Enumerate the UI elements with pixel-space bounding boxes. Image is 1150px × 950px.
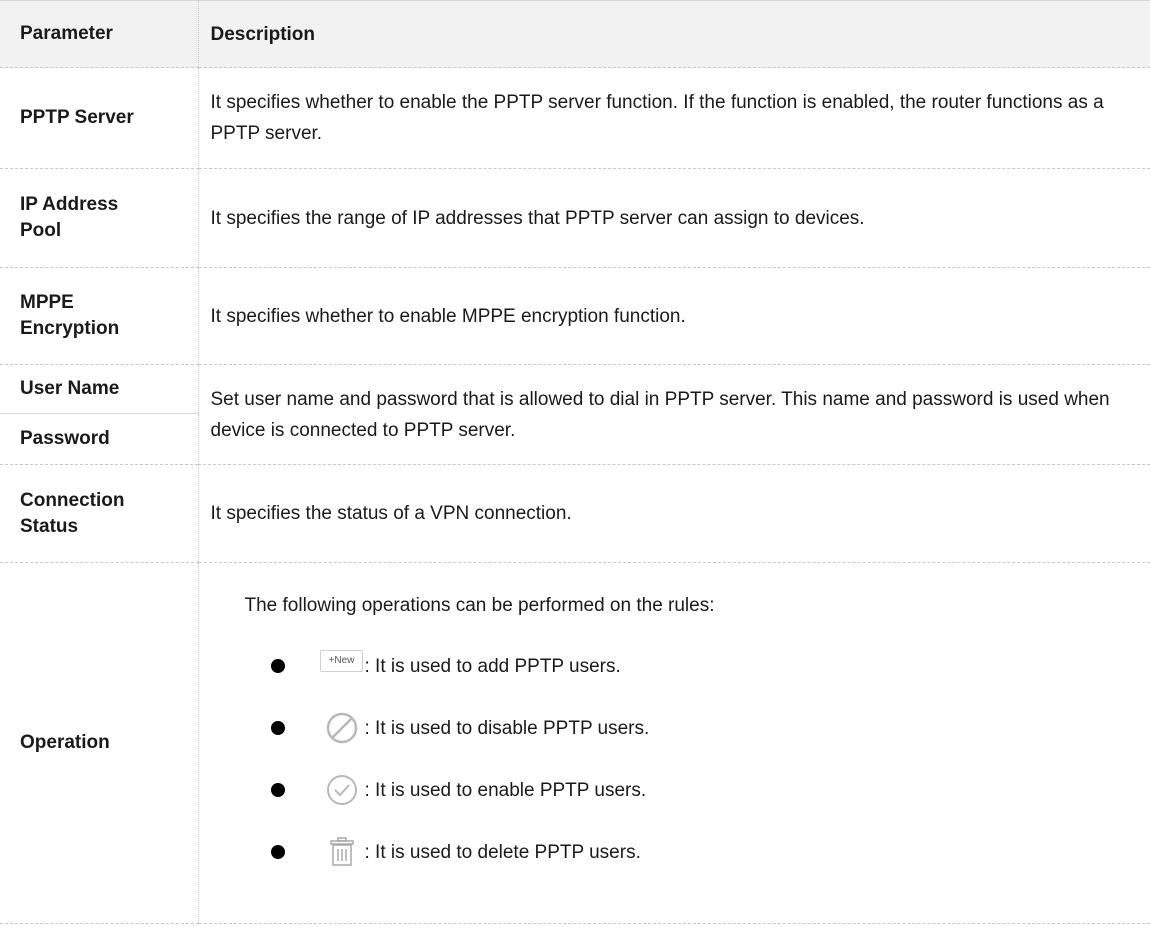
operations-block: The following operations can be performe… [211, 587, 1145, 899]
trash-icon [323, 833, 361, 871]
list-item: +New : It is used to add PPTP users. [211, 641, 1145, 691]
operations-list: +New : It is used to add PPTP users. : I… [245, 641, 1145, 877]
operation-text-add: : It is used to add PPTP users. [364, 655, 621, 677]
header-parameter: Parameter [0, 0, 199, 68]
bullet-icon [270, 659, 285, 673]
param-password: Password [0, 413, 199, 465]
param-mppe-encryption: MPPE Encryption [0, 267, 199, 365]
table-row: Operation The following operations can b… [0, 562, 1150, 924]
operation-text-enable: : It is used to enable PPTP users. [364, 779, 647, 801]
param-connection-status: Connection Status [0, 464, 199, 563]
operation-text-delete: : It is used to delete PPTP users. [364, 841, 641, 863]
param-ip-address-pool: IP Address Pool [0, 168, 199, 268]
table-row: Connection Status It specifies the statu… [0, 464, 1150, 563]
param-mppe-line2: Encryption [20, 318, 120, 339]
list-item: : It is used to enable PPTP users. [211, 765, 1145, 815]
desc-pptp-server: It specifies whether to enable the PPTP … [198, 67, 1150, 169]
param-operation: Operation [0, 562, 199, 924]
param-mppe-line1: MPPE [20, 292, 74, 313]
param-pptp-server: PPTP Server [0, 67, 199, 169]
bullet-icon [270, 845, 285, 859]
list-item: : It is used to disable PPTP users. [211, 703, 1145, 753]
disable-icon [323, 709, 361, 747]
enable-check-icon [323, 771, 361, 809]
table-header-row: Parameter Description [0, 0, 1150, 68]
param-conn-line1: Connection [20, 489, 125, 511]
operation-text-disable: : It is used to disable PPTP users. [364, 717, 650, 739]
operations-intro: The following operations can be performe… [244, 595, 715, 616]
desc-mppe-encryption: It specifies whether to enable MPPE encr… [198, 267, 1150, 365]
table-row: PPTP Server It specifies whether to enab… [0, 67, 1150, 169]
bullet-icon [270, 721, 285, 735]
header-description: Description [198, 0, 1150, 68]
param-ip-line1: IP Address [20, 194, 119, 215]
param-ip-line2: Pool [20, 220, 62, 241]
desc-credentials: Set user name and password that is allow… [198, 364, 1150, 465]
table-row: IP Address Pool It specifies the range o… [0, 168, 1150, 268]
list-item: : It is used to delete PPTP users. [211, 827, 1145, 877]
param-conn-line2: Status [20, 515, 79, 537]
parameter-table: Parameter Description PPTP Server It spe… [0, 0, 1150, 924]
desc-operation: The following operations can be performe… [198, 562, 1150, 924]
bullet-icon [270, 783, 285, 797]
table-row: User Name Set user name and password tha… [0, 364, 1150, 465]
desc-ip-address-pool: It specifies the range of IP addresses t… [198, 168, 1150, 268]
table-row: MPPE Encryption It specifies whether to … [0, 267, 1150, 365]
desc-connection-status: It specifies the status of a VPN connect… [198, 464, 1150, 563]
param-user-name: User Name [0, 364, 199, 414]
new-button-icon: +New [319, 650, 364, 672]
